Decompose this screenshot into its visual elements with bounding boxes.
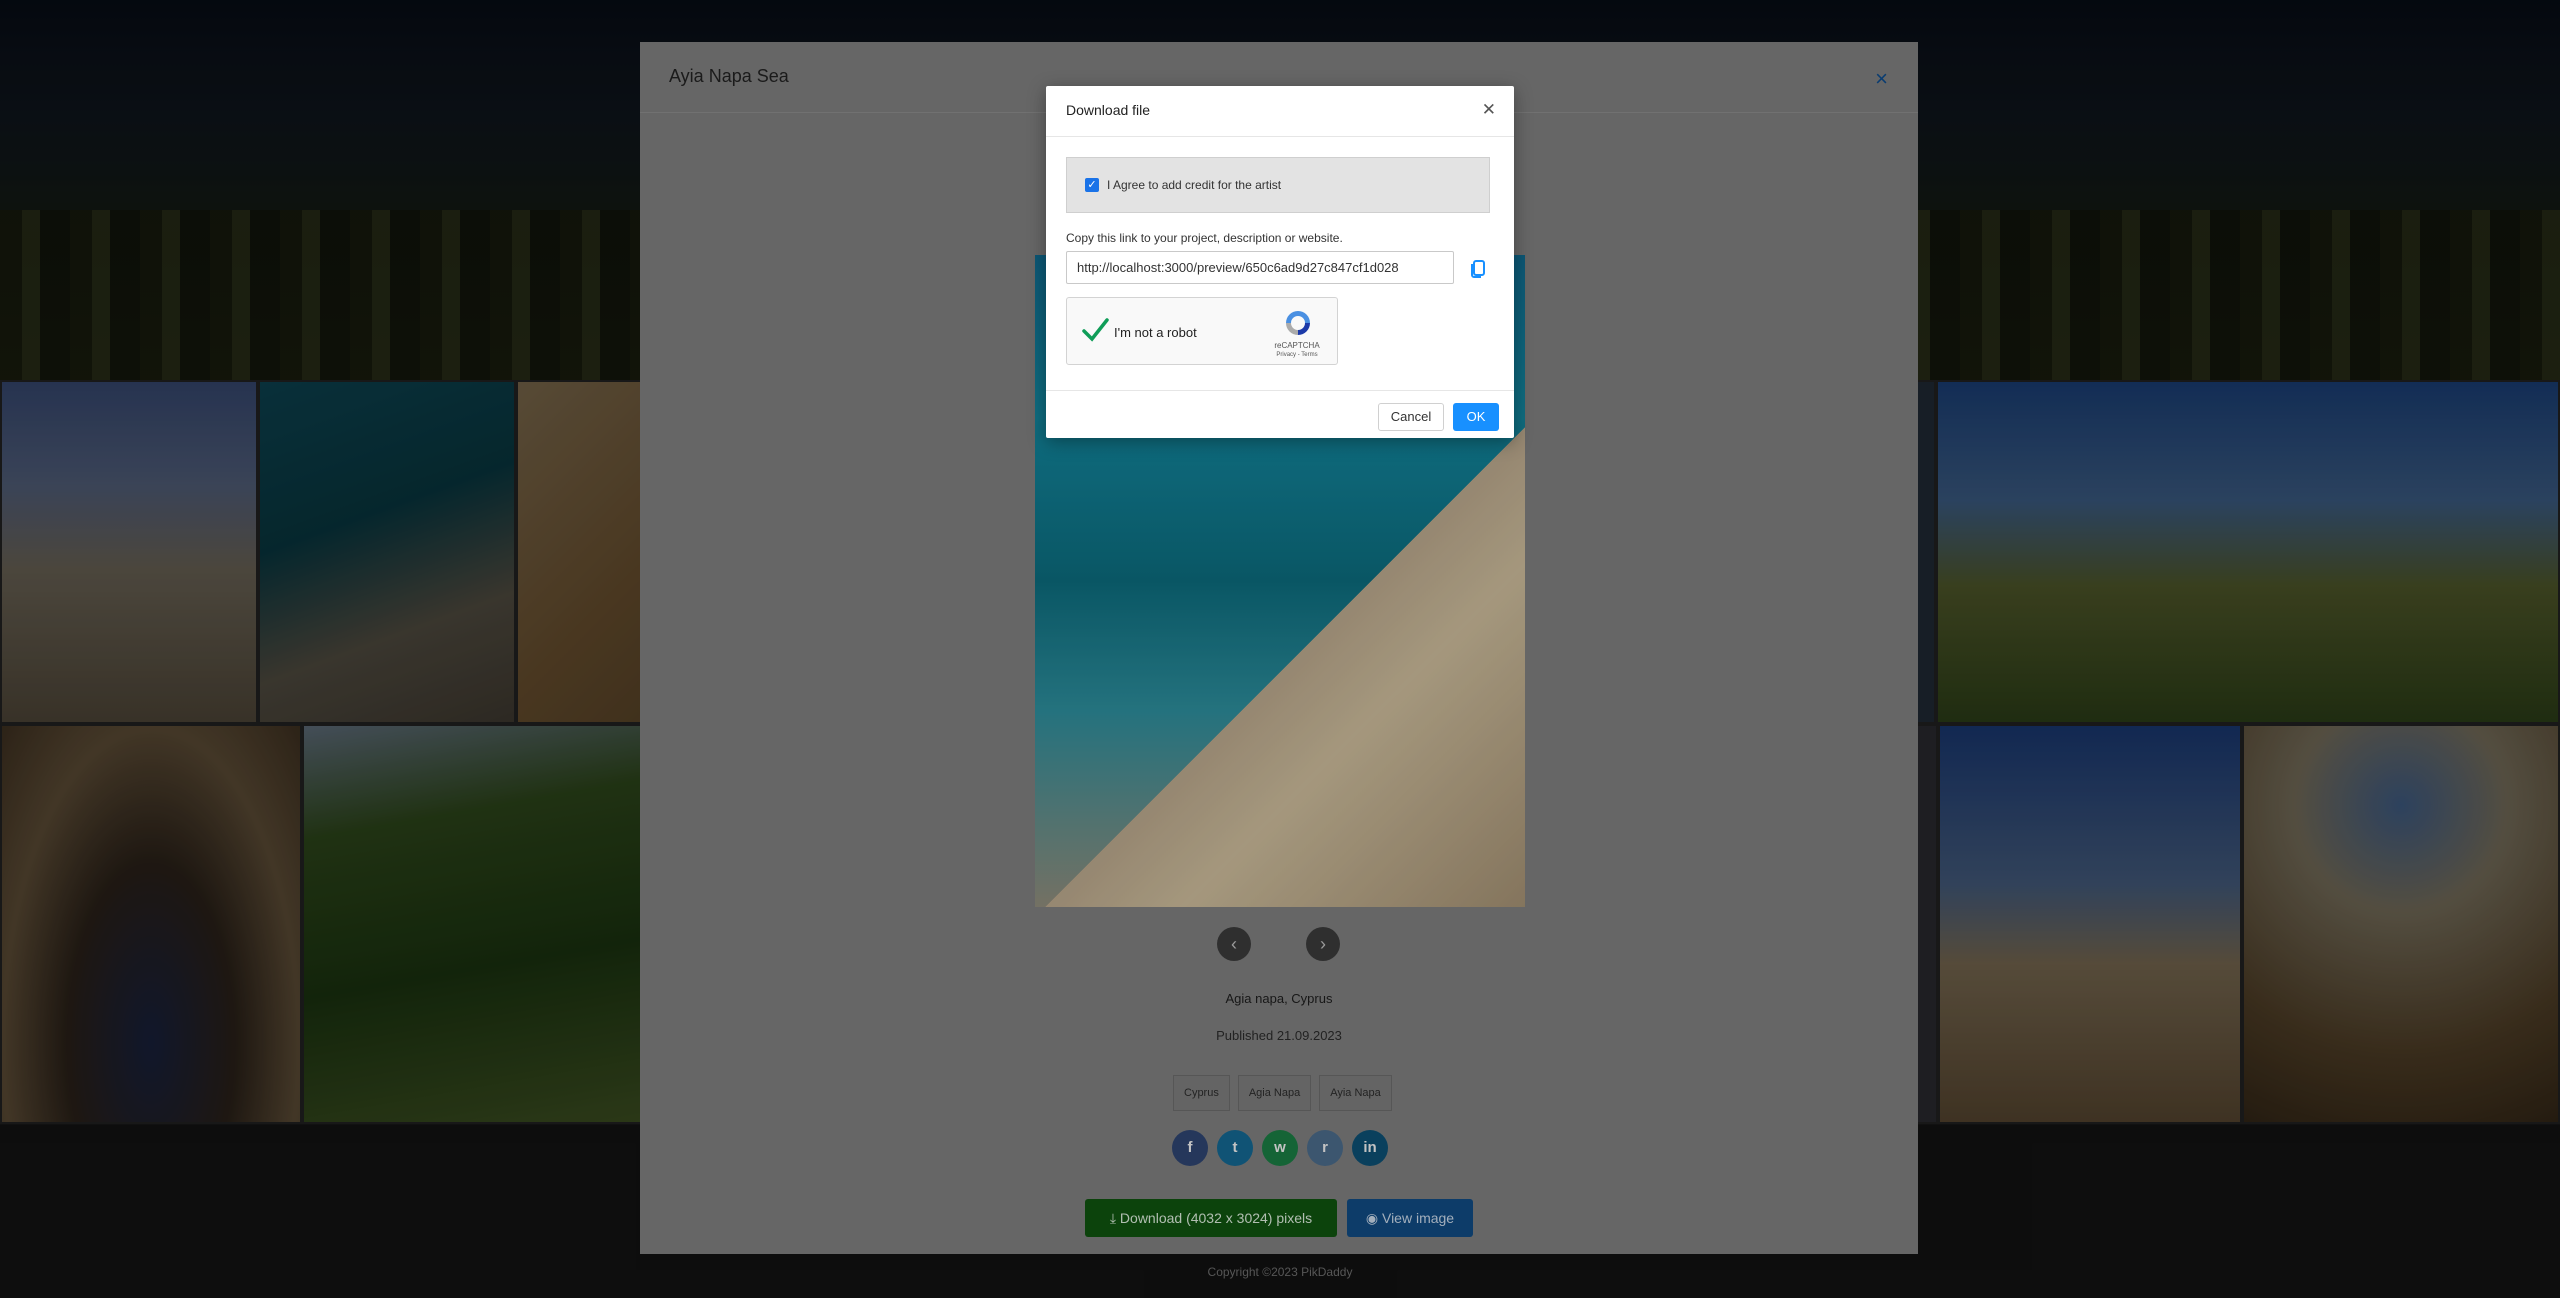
preview-link-input[interactable] (1066, 251, 1454, 284)
dialog-header: Download file ✕ (1046, 86, 1514, 137)
download-dialog: Download file ✕ ✓ I Agree to add credit … (1046, 86, 1514, 438)
recaptcha-links[interactable]: Privacy - Terms (1259, 352, 1335, 358)
close-icon[interactable]: ✕ (1482, 100, 1496, 120)
recaptcha-logo-icon (1286, 311, 1310, 335)
recaptcha-label: I'm not a robot (1114, 325, 1197, 340)
dialog-title: Download file (1066, 102, 1151, 118)
agree-credit-panel: ✓ I Agree to add credit for the artist (1066, 157, 1490, 213)
ok-button[interactable]: OK (1453, 403, 1499, 431)
cancel-button[interactable]: Cancel (1378, 403, 1444, 431)
copy-icon[interactable] (1466, 256, 1490, 280)
recaptcha-checkmark-icon[interactable] (1081, 316, 1109, 344)
copy-link-label: Copy this link to your project, descript… (1066, 231, 1343, 245)
agree-checkbox[interactable]: ✓ (1085, 178, 1099, 192)
agree-checkbox-label[interactable]: I Agree to add credit for the artist (1107, 178, 1281, 192)
recaptcha-brand: reCAPTCHA (1274, 341, 1320, 350)
recaptcha-widget: I'm not a robot reCAPTCHA Privacy - Term… (1066, 297, 1338, 365)
